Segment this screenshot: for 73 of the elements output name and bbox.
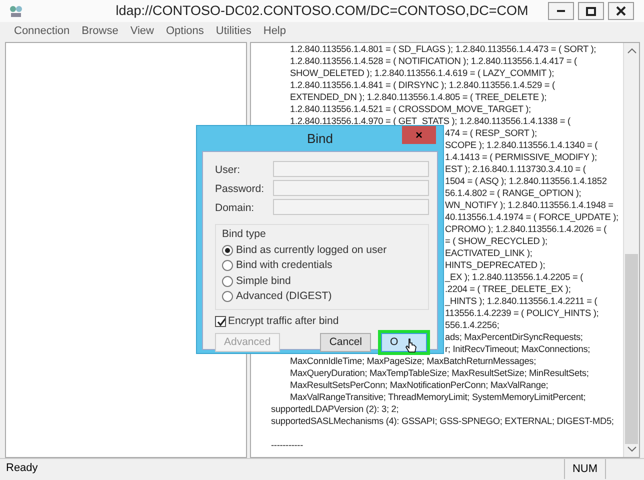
input-field[interactable] bbox=[273, 161, 429, 177]
output-line: 56.1.4.802 = ( RANGE_OPTION ); bbox=[445, 188, 582, 198]
output-line: MaxQueryDuration; MaxTempTableSize; MaxResultSetSize; MinResultSets; bbox=[290, 368, 589, 378]
option-label: Bind as currently logged on user bbox=[236, 242, 387, 258]
close-button[interactable]: × bbox=[402, 126, 436, 144]
output-line: WN_NOTIFY ); 1.2.840.113556.1.4.1948 = bbox=[445, 200, 614, 210]
output-line: supportedSASLMechanisms (4): GSSAPI; GSS-SPNEGO; EXTERNAL; DIGEST-MD5; bbox=[271, 416, 614, 426]
output-line: EACTIVATED_LINK ); bbox=[445, 248, 532, 258]
dialog-button[interactable]: Cancel bbox=[320, 333, 371, 352]
output-line: _EX ); 1.2.840.113556.1.4.2205 = ( bbox=[445, 272, 584, 282]
menu-item[interactable]: Connection bbox=[8, 22, 76, 40]
num-lock-indicator: NUM bbox=[564, 458, 606, 478]
output-line: 1.2.840.113556.1.4.528 = ( NOTIFICATION ); 1.2.840.113556.1.4.417 = ( bbox=[290, 56, 577, 66]
output-line: = ( SHOW_RECYCLED ); bbox=[445, 236, 548, 246]
radio-button[interactable] bbox=[222, 276, 233, 287]
output-line: .2204 = ( TREE_DELETE_EX ); bbox=[445, 284, 571, 294]
minimize-button[interactable] bbox=[548, 2, 574, 20]
input-field[interactable] bbox=[273, 180, 429, 196]
output-line: 1.2.840.113556.1.4.841 = ( DIRSYNC ); 1.2.840.113556.1.4.529 = ( bbox=[290, 80, 555, 90]
option-label: Bind with credentials bbox=[236, 258, 332, 273]
output-line: HINTS_DEPRECATED ); bbox=[445, 260, 546, 270]
output-line: EXTENDED_DN ); 1.2.840.113556.1.4.805 = ( TREE_DELETE ); bbox=[290, 92, 547, 102]
output-line: 556.1.4.2256; bbox=[445, 320, 500, 330]
output-line: supportedLDAPVersion (2): 3; 2; bbox=[271, 404, 399, 414]
field-label: Domain: bbox=[215, 200, 256, 216]
checkbox-label: Encrypt traffic after bind bbox=[228, 314, 339, 328]
radio-button[interactable] bbox=[222, 291, 233, 302]
app-icon bbox=[8, 4, 24, 18]
output-line: 474 = ( RESP_SORT ); bbox=[445, 128, 537, 138]
output-line: ----------- bbox=[271, 440, 304, 450]
output-line: 40.113556.1.4.1974 = ( FORCE_UPDATE ); bbox=[445, 212, 618, 222]
option-label: Advanced (DIGEST) bbox=[236, 289, 332, 304]
window-title: ldap://CONTOSO-DC02.CONTOSO.COM/DC=CONTOSO,DC=COM bbox=[116, 2, 528, 20]
output-line: EST ); 2.16.840.1.113730.3.4.10 = ( bbox=[445, 164, 586, 174]
output-line: _HINTS ); 1.2.840.113556.1.4.2211 = ( bbox=[445, 296, 598, 306]
scroll-down-icon[interactable] bbox=[627, 446, 637, 452]
radio-button[interactable] bbox=[222, 260, 233, 272]
scroll-thumb[interactable] bbox=[625, 254, 638, 444]
option-label: Simple bind bbox=[236, 274, 291, 288]
status-text: Ready bbox=[6, 461, 38, 476]
output-line: r; InitRecvTimeout; MaxConnections; bbox=[445, 344, 590, 354]
maximize-button[interactable] bbox=[578, 2, 604, 20]
dialog-button[interactable]: O bbox=[381, 333, 427, 352]
output-line: 1504 = ( ASQ ); 1.2.840.113556.1.4.1852 bbox=[445, 176, 607, 186]
input-field[interactable] bbox=[273, 199, 429, 215]
maximize-icon bbox=[586, 6, 596, 16]
output-line: MaxValRangeTransitive; ThreadMemoryLimit; SystemMemoryLimitPercent; bbox=[290, 392, 586, 402]
output-line: SHOW_DELETED ); 1.2.840.113556.1.4.619 = ( LAZY_COMMIT ); bbox=[290, 68, 554, 78]
output-line: MaxConnIdleTime; MaxPageSize; MaxBatchReturnMessages; bbox=[290, 356, 536, 366]
output-line: 1.2.840.113556.1.4.521 = ( CROSSDOM_MOVE_TARGET ); bbox=[290, 104, 531, 114]
output-line: 113556.1.4.2239 = ( POLICY_HINTS ); bbox=[445, 308, 599, 318]
output-line: CPROMO ); 1.2.840.113556.1.4.2026 = ( bbox=[445, 224, 607, 234]
group-label: Bind type bbox=[222, 227, 267, 242]
output-line: 1.4.1413 = ( PERMISSIVE_MODIFY ); bbox=[445, 152, 597, 162]
field-label: Password: bbox=[215, 182, 266, 197]
dialog-title: Bind bbox=[306, 131, 334, 146]
menu-item[interactable]: Browse bbox=[76, 22, 124, 40]
close-icon bbox=[616, 6, 626, 16]
scroll-up-icon[interactable] bbox=[627, 48, 637, 54]
menu-item[interactable]: View bbox=[124, 22, 160, 40]
menu-item[interactable]: Options bbox=[160, 22, 210, 40]
menu-item[interactable]: Utilities bbox=[210, 22, 258, 40]
menu-item[interactable]: Help bbox=[257, 22, 292, 40]
minimize-icon bbox=[557, 10, 565, 12]
field-label: User: bbox=[215, 162, 242, 178]
output-line: 1.2.840.113556.1.4.801 = ( SD_FLAGS ); 1.2.840.113556.1.4.473 = ( SORT ); bbox=[290, 44, 596, 54]
pointer-cursor-icon bbox=[405, 338, 417, 354]
radio-button[interactable] bbox=[222, 244, 233, 256]
close-button[interactable] bbox=[608, 2, 634, 20]
output-line: SCOPE ); 1.2.840.113556.1.4.1340 = ( bbox=[445, 140, 598, 150]
output-line: MaxResultSetsPerConn; MaxNotificationPerConn; MaxValRange; bbox=[290, 380, 548, 390]
output-line: ads; MaxPercentDirSyncRequests; bbox=[445, 332, 583, 342]
checkbox[interactable] bbox=[215, 316, 226, 327]
